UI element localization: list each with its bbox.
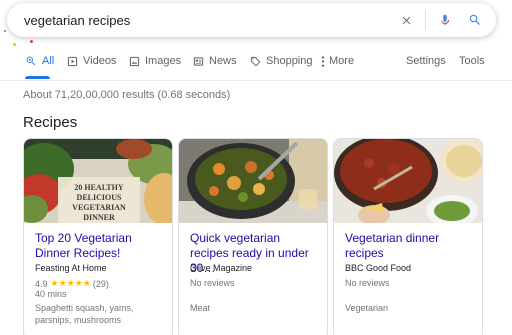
search-results-page: All Videos Images News Shopping bbox=[0, 0, 512, 335]
recipe-image bbox=[179, 139, 327, 223]
star-rating-icon: ★★★★★ bbox=[50, 278, 91, 288]
results-count: About 71,20,00,000 results (0.68 seconds… bbox=[23, 89, 231, 101]
microphone-icon[interactable] bbox=[430, 5, 460, 35]
tab-news[interactable]: News bbox=[192, 55, 237, 67]
svg-text:DINNER: DINNER bbox=[83, 213, 115, 222]
search-divider bbox=[425, 10, 426, 30]
image-icon bbox=[128, 55, 140, 67]
rating-row: 4.9 ★★★★★ (29) bbox=[35, 278, 109, 289]
tab-more[interactable]: More bbox=[320, 55, 354, 67]
search-tabs: All Videos Images News Shopping More Set… bbox=[0, 48, 512, 81]
recipe-source: BBC Good Food bbox=[345, 263, 412, 273]
recipe-image bbox=[334, 139, 482, 223]
rating-value: 4.9 bbox=[35, 278, 48, 289]
decorative-dot bbox=[4, 30, 6, 32]
svg-text:DELICIOUS: DELICIOUS bbox=[77, 193, 122, 202]
tab-label: Videos bbox=[83, 55, 117, 67]
search-icon[interactable] bbox=[460, 5, 490, 35]
tab-label: Shopping bbox=[266, 55, 313, 67]
tab-all[interactable]: All bbox=[25, 55, 54, 67]
recipe-title[interactable]: Top 20 Vegetarian Dinner Recipes! bbox=[35, 231, 167, 261]
cook-time: 40 mins bbox=[35, 289, 67, 299]
tab-label: Images bbox=[145, 55, 182, 67]
recipe-category: Meat bbox=[190, 303, 211, 313]
recipe-source: Feasting At Home bbox=[35, 263, 107, 273]
review-status: No reviews bbox=[190, 278, 235, 288]
news-icon bbox=[192, 55, 204, 67]
tag-icon bbox=[249, 55, 261, 67]
recipes-heading: Recipes bbox=[23, 114, 78, 131]
active-tab-indicator bbox=[25, 76, 50, 79]
settings-label: Settings bbox=[406, 55, 446, 67]
recipe-title[interactable]: Vegetarian dinner recipes bbox=[345, 231, 477, 261]
tools-link[interactable]: Tools bbox=[459, 55, 485, 67]
search-box bbox=[7, 3, 496, 37]
ingredients: Spaghetti squash, yams, parsnips, mushro… bbox=[35, 303, 134, 325]
review-status: No reviews bbox=[345, 278, 390, 288]
decorative-dot bbox=[30, 40, 33, 43]
recipe-image: 20 HEALTHY DELICIOUS VEGETARIAN DINNER bbox=[24, 139, 172, 223]
svg-text:20 HEALTHY: 20 HEALTHY bbox=[74, 183, 123, 192]
recipe-category: Vegetarian bbox=[345, 303, 389, 313]
tab-label: More bbox=[329, 55, 355, 67]
recipe-card[interactable]: 20 HEALTHY DELICIOUS VEGETARIAN DINNER T… bbox=[23, 138, 173, 335]
settings-link[interactable]: Settings bbox=[406, 55, 446, 67]
more-vert-icon bbox=[320, 55, 326, 67]
search-input[interactable] bbox=[7, 5, 391, 35]
decorative-dot bbox=[13, 43, 16, 46]
close-icon[interactable] bbox=[391, 5, 421, 35]
tab-label: All bbox=[42, 55, 55, 67]
tab-shopping[interactable]: Shopping bbox=[249, 55, 313, 67]
review-count: (29) bbox=[92, 278, 109, 289]
recipe-card[interactable]: Quick vegetarian recipes ready in under … bbox=[178, 138, 328, 335]
svg-text:VEGETARIAN: VEGETARIAN bbox=[72, 203, 126, 212]
search-icon bbox=[25, 55, 37, 67]
tab-images[interactable]: Images bbox=[128, 55, 181, 67]
tab-videos[interactable]: Videos bbox=[66, 55, 116, 67]
recipe-card[interactable]: Vegetarian dinner recipes BBC Good Food … bbox=[333, 138, 483, 335]
video-icon bbox=[66, 55, 78, 67]
tab-label: News bbox=[209, 55, 237, 67]
recipe-source: Olive Magazine bbox=[190, 263, 253, 273]
tools-label: Tools bbox=[459, 55, 485, 67]
